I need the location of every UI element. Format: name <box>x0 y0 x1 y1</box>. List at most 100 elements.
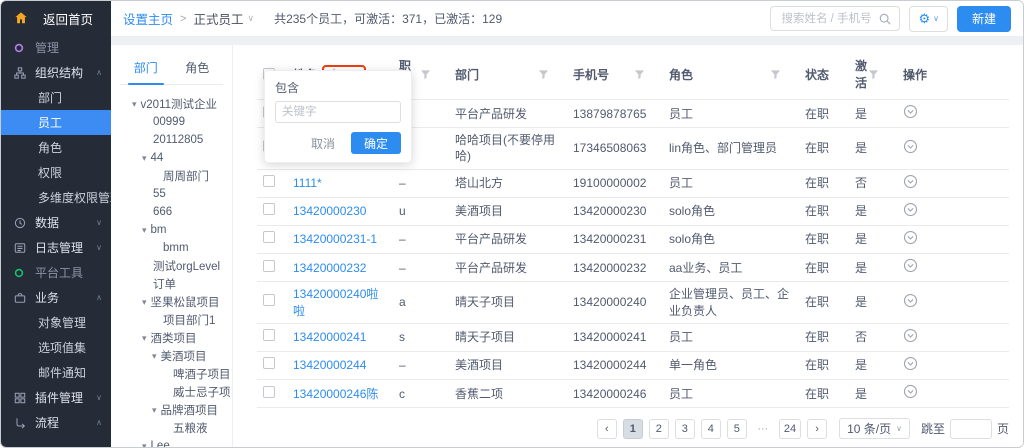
row-checkbox[interactable] <box>263 357 275 369</box>
create-button[interactable]: 新建 <box>957 6 1011 32</box>
sidebar-item-business[interactable]: 业务∧ <box>1 285 111 310</box>
caret-down-icon[interactable]: ▾ <box>142 153 147 164</box>
employee-name-link[interactable]: 13420000232 <box>293 261 366 275</box>
row-checkbox[interactable] <box>263 175 275 187</box>
col-header-operation[interactable]: 操作 <box>897 49 1009 100</box>
row-checkbox[interactable] <box>263 329 275 341</box>
next-page-button[interactable]: › <box>807 419 827 439</box>
row-actions-button[interactable] <box>903 384 918 399</box>
sidebar-item-permission[interactable]: 权限 <box>1 160 111 185</box>
tree-node-7[interactable]: ▾bm <box>111 221 232 239</box>
row-actions-button[interactable] <box>903 328 918 343</box>
page-ellipsis[interactable]: ··· <box>753 419 773 439</box>
tree-node-16[interactable]: 威士忌子项目 <box>111 383 232 401</box>
sidebar-item-employee[interactable]: 员工 <box>1 110 111 135</box>
caret-down-icon[interactable]: ▾ <box>142 225 147 236</box>
caret-down-icon[interactable]: ▾ <box>142 333 147 344</box>
sidebar-item-platform-tools[interactable]: 平台工具 <box>1 260 111 285</box>
filter-icon[interactable] <box>634 69 645 80</box>
settings-dropdown-button[interactable]: ⚙ ∨ <box>909 6 948 32</box>
jump-page-input[interactable] <box>950 419 992 439</box>
sidebar-item-department[interactable]: 部门 <box>1 85 111 110</box>
tree-node-9[interactable]: 测试orgLevel <box>111 257 232 275</box>
row-actions-button[interactable] <box>903 174 918 189</box>
page-button-4[interactable]: 4 <box>701 419 721 439</box>
tree-node-5[interactable]: 55 <box>111 185 232 203</box>
page-button-24[interactable]: 24 <box>779 419 801 439</box>
tree-node-11[interactable]: ▾坚果松鼠项目 <box>111 293 232 311</box>
tree-node-2[interactable]: 20112805 <box>111 131 232 149</box>
col-header-active[interactable]: 激活 <box>849 49 897 100</box>
col-header-department[interactable]: 部门 <box>449 49 567 100</box>
filter-confirm-button[interactable]: 确定 <box>351 132 401 154</box>
row-actions-button[interactable] <box>903 230 918 245</box>
row-checkbox[interactable] <box>263 386 275 398</box>
row-checkbox[interactable] <box>263 294 275 306</box>
row-actions-button[interactable] <box>903 139 918 154</box>
tree-node-19[interactable]: ▾Lee <box>111 437 232 447</box>
row-actions-button[interactable] <box>903 104 918 119</box>
sidebar-item-mail-notify[interactable]: 邮件通知 <box>1 360 111 385</box>
page-button-1[interactable]: 1 <box>623 419 643 439</box>
sidebar-item-data[interactable]: 数据∨ <box>1 210 111 235</box>
tree-node-13[interactable]: ▾酒类项目 <box>111 329 232 347</box>
caret-down-icon[interactable]: ▾ <box>142 297 147 308</box>
sidebar-item-option-set[interactable]: 选项值集 <box>1 335 111 360</box>
filter-icon[interactable] <box>538 69 549 80</box>
sidebar-item-object-manage[interactable]: 对象管理 <box>1 310 111 335</box>
filter-icon[interactable] <box>420 69 431 80</box>
tree-node-4[interactable]: 周周部门 <box>111 167 232 185</box>
sidebar-item-log-manage[interactable]: 日志管理∨ <box>1 235 111 260</box>
tree-node-14[interactable]: ▾美酒项目 <box>111 347 232 365</box>
chevron-down-icon[interactable]: ∨ <box>247 13 254 24</box>
employee-name-link[interactable]: 1111* <box>293 176 322 190</box>
page-size-select[interactable]: 10 条/页 ∨ <box>839 418 910 439</box>
caret-down-icon[interactable]: ▾ <box>142 441 147 448</box>
prev-page-button[interactable]: ‹ <box>597 419 617 439</box>
breadcrumb-settings-home[interactable]: 设置主页 <box>123 9 173 28</box>
tab-department[interactable]: 部门 <box>120 53 172 84</box>
tree-node-10[interactable]: 订单 <box>111 275 232 293</box>
filter-cancel-button[interactable]: 取消 <box>305 134 341 153</box>
employee-name-link[interactable]: 13420000240啦啦 <box>293 287 378 317</box>
employee-name-link[interactable]: 13420000241 <box>293 330 366 344</box>
tree-node-3[interactable]: ▾44 <box>111 149 232 167</box>
caret-down-icon[interactable]: ▾ <box>152 405 157 416</box>
tree-node-15[interactable]: 啤酒子项目 <box>111 365 232 383</box>
tree-node-12[interactable]: 项目部门1 <box>111 311 232 329</box>
employee-name-link[interactable]: 13420000246陈 <box>293 387 378 401</box>
row-actions-button[interactable] <box>903 356 918 371</box>
filter-keyword-input[interactable] <box>275 101 401 123</box>
page-button-3[interactable]: 3 <box>675 419 695 439</box>
back-to-home[interactable]: 返回首页 <box>1 1 111 35</box>
caret-down-icon[interactable]: ▾ <box>152 351 157 362</box>
tree-node-17[interactable]: ▾品牌酒项目 <box>111 401 232 419</box>
sidebar-item-workflow[interactable]: 流程∧ <box>1 410 111 435</box>
caret-down-icon[interactable]: ▾ <box>132 99 137 110</box>
employee-name-link[interactable]: 13420000244 <box>293 358 366 372</box>
tab-role[interactable]: 角色 <box>172 53 224 84</box>
col-header-role[interactable]: 角色 <box>663 49 799 100</box>
filter-icon[interactable] <box>868 69 879 80</box>
page-button-5[interactable]: 5 <box>727 419 747 439</box>
sidebar-item-org-structure[interactable]: 组织结构∧ <box>1 60 111 85</box>
breadcrumb-current[interactable]: 正式员工 <box>193 9 243 28</box>
tree-node-8[interactable]: bmm <box>111 239 232 257</box>
row-actions-button[interactable] <box>903 202 918 217</box>
tree-node-18[interactable]: 五粮液 <box>111 419 232 437</box>
search-input[interactable] <box>779 12 874 26</box>
sidebar-item-role[interactable]: 角色 <box>1 135 111 160</box>
employee-name-link[interactable]: 13420000230 <box>293 204 366 218</box>
tree-node-0[interactable]: ▾v2011测试企业 <box>111 95 232 113</box>
row-checkbox[interactable] <box>263 203 275 215</box>
sidebar-item-multi-dimension-permission[interactable]: 多维度权限管理 <box>1 185 111 210</box>
row-actions-button[interactable] <box>903 258 918 273</box>
row-actions-button[interactable] <box>903 293 918 308</box>
sidebar-item-plugin-manage[interactable]: 插件管理∨ <box>1 385 111 410</box>
tree-node-1[interactable]: 00999 <box>111 113 232 131</box>
row-checkbox[interactable] <box>263 260 275 272</box>
filter-icon[interactable] <box>770 69 781 80</box>
col-header-status[interactable]: 状态 <box>799 49 849 100</box>
page-button-2[interactable]: 2 <box>649 419 669 439</box>
row-checkbox[interactable] <box>263 231 275 243</box>
